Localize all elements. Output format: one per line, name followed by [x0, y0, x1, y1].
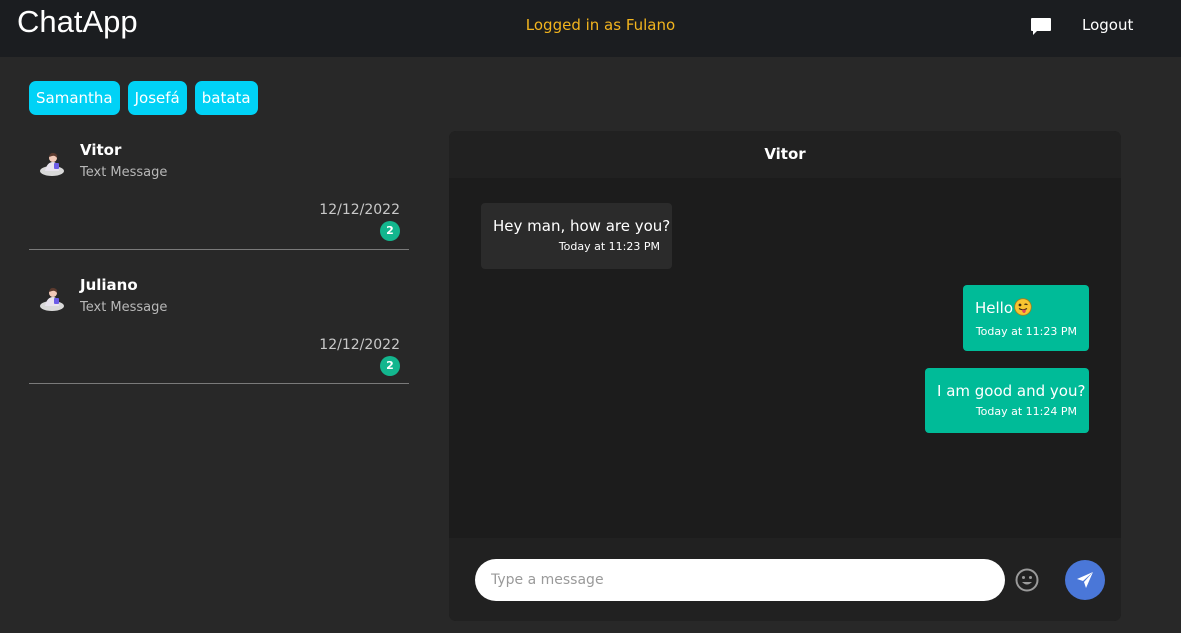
conversation-name: Juliano — [80, 276, 138, 294]
message-time: Today at 11:23 PM — [558, 240, 660, 253]
contact-chip[interactable]: batata — [194, 81, 258, 115]
conversation-name: Vitor — [80, 141, 122, 159]
smiley-icon[interactable] — [1015, 568, 1039, 592]
send-button[interactable] — [1065, 560, 1105, 600]
incoming-message: Hey man, how are you? Today at 11:23 PM — [481, 203, 672, 269]
outgoing-message: I am good and you? Today at 11:24 PM — [925, 368, 1089, 433]
chat-panel: Vitor Hey man, how are you? Today at 11:… — [449, 131, 1121, 621]
conversation-date: 12/12/2022 — [319, 337, 400, 353]
message-time: Today at 11:23 PM — [975, 325, 1077, 338]
message-text: Hey man, how are you? — [493, 217, 671, 235]
outgoing-message: Hello Today at 11:23 PM — [963, 285, 1089, 351]
user-avatar-icon — [39, 149, 67, 177]
conversation-date: 12/12/2022 — [319, 202, 400, 218]
user-avatar-icon — [39, 284, 67, 312]
top-navbar: ChatApp Logged in as Fulano Logout — [0, 0, 1181, 57]
logged-in-status: Logged in as Fulano — [525, 16, 676, 34]
contact-chips: Samantha Josefá batata — [29, 81, 258, 115]
tongue-face-emoji-icon — [1014, 298, 1032, 321]
message-text: I am good and you? — [937, 382, 1086, 400]
conversation-preview: Text Message — [80, 300, 168, 315]
unread-badge: 2 — [380, 356, 400, 376]
conversation-preview: Text Message — [80, 165, 168, 180]
conversation-item[interactable]: Juliano Text Message 12/12/2022 2 — [29, 266, 409, 384]
conversation-item[interactable]: Vitor Text Message 12/12/2022 2 — [29, 131, 409, 250]
message-text: Hello — [975, 299, 1014, 317]
unread-badge: 2 — [380, 221, 400, 241]
paper-plane-icon — [1077, 572, 1093, 588]
contact-chip[interactable]: Josefá — [127, 81, 187, 115]
conversation-list: Vitor Text Message 12/12/2022 2 Juliano … — [29, 131, 409, 400]
logout-link[interactable]: Logout — [1082, 16, 1133, 34]
message-time: Today at 11:24 PM — [975, 405, 1077, 418]
chat-title: Vitor — [449, 131, 1121, 178]
chat-bubble-icon[interactable] — [1030, 17, 1052, 37]
message-composer — [449, 538, 1121, 621]
message-text-row: Hello — [975, 298, 1077, 321]
message-input[interactable] — [475, 559, 1005, 601]
contact-chip[interactable]: Samantha — [29, 81, 120, 115]
